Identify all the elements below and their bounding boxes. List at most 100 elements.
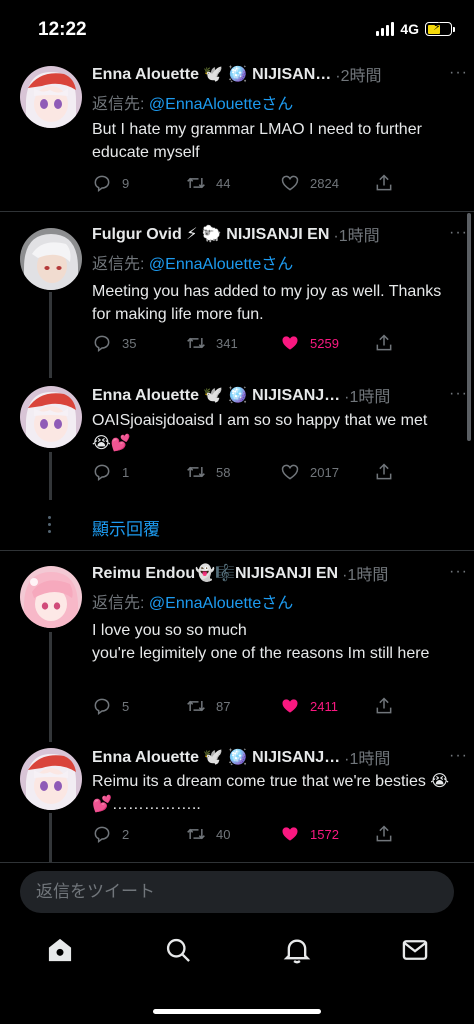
reply-icon xyxy=(94,175,110,192)
more-icon[interactable]: ··· xyxy=(449,385,468,403)
reply-button[interactable]: 1 xyxy=(92,462,129,482)
tweet-header: Enna Alouette 🕊️ 🪩 NIJISANJ… ·1時間 xyxy=(92,746,460,768)
heart-icon xyxy=(281,175,299,191)
tab-home[interactable] xyxy=(46,936,74,964)
search-icon xyxy=(166,938,190,962)
show-replies-link[interactable]: 顯示回覆 xyxy=(92,515,160,540)
retweet-button[interactable]: 87 xyxy=(186,696,230,716)
avatar-fulgur[interactable] xyxy=(20,228,82,290)
signal-icon xyxy=(376,22,395,36)
battery-icon: ⚡ xyxy=(425,21,455,36)
like-button[interactable]: 2824 xyxy=(280,173,339,193)
avatar-enna[interactable] xyxy=(20,66,82,128)
like-button[interactable]: 5259 xyxy=(280,333,339,353)
display-name[interactable]: Fulgur Ovid ⚡ 🐑 NIJISANJI EN xyxy=(92,224,329,244)
reply-count: 9 xyxy=(122,175,130,191)
tweet-text-line: I love you so so much xyxy=(92,622,247,639)
retweet-icon xyxy=(187,177,205,189)
tweet-actions: 2 40 1572 xyxy=(92,824,402,848)
retweet-button[interactable]: 341 xyxy=(186,333,238,353)
heart-filled-icon xyxy=(282,336,298,350)
share-button[interactable] xyxy=(374,462,394,482)
share-icon xyxy=(376,174,392,191)
tweet-text: Reimu its a dream come true that we're b… xyxy=(92,773,449,813)
heart-filled-icon xyxy=(282,827,298,841)
retweet-button[interactable]: 44 xyxy=(186,173,230,193)
reply-count: 35 xyxy=(122,335,137,351)
tab-notifications[interactable] xyxy=(283,936,311,964)
display-name[interactable]: Enna Alouette 🕊️ 🪩 NIJISANJ… xyxy=(92,385,340,405)
more-icon[interactable]: ··· xyxy=(449,224,468,242)
reply-button[interactable]: 9 xyxy=(92,173,129,193)
retweet-icon xyxy=(187,700,205,712)
retweet-button[interactable]: 40 xyxy=(186,824,230,844)
retweet-count: 341 xyxy=(216,335,238,351)
reply-to-handle[interactable]: @EnnaAlouetteさん xyxy=(149,595,293,612)
tweet-4[interactable]: Reimu Endou👻🎼NIJISANJI EN ·1時間 ··· 返信先: … xyxy=(0,552,474,732)
reply-to: 返信先: @EnnaAlouetteさん xyxy=(92,250,293,274)
avatar-enna[interactable] xyxy=(20,748,82,810)
reply-to-handle[interactable]: @EnnaAlouetteさん xyxy=(149,96,293,113)
tweet-text-line: you're legimitely one of the reasons Im … xyxy=(92,645,430,662)
tab-messages[interactable] xyxy=(401,936,429,964)
reply-to-handle[interactable]: @EnnaAlouetteさん xyxy=(149,256,293,273)
share-button[interactable] xyxy=(374,696,394,716)
display-name[interactable]: Enna Alouette 🕊️ 🪩 NIJISAN… xyxy=(92,64,331,84)
avatar-enna[interactable] xyxy=(20,386,82,448)
tweet-time[interactable]: ·1時間 xyxy=(344,383,390,407)
tab-search[interactable] xyxy=(164,936,192,964)
tweet-time[interactable]: ·2時間 xyxy=(335,62,381,86)
tweet-header: Enna Alouette 🕊️ 🪩 NIJISAN… ·2時間 xyxy=(92,63,460,85)
retweet-count: 58 xyxy=(216,464,231,480)
like-button[interactable]: 2411 xyxy=(280,696,338,716)
reply-input[interactable]: 返信をツイート xyxy=(20,871,454,913)
share-button[interactable] xyxy=(374,333,394,353)
divider xyxy=(0,550,474,551)
heart-icon xyxy=(281,464,299,480)
tweet-header: Enna Alouette 🕊️ 🪩 NIJISANJ… ·1時間 xyxy=(92,384,460,406)
share-icon xyxy=(376,825,392,842)
share-button[interactable] xyxy=(374,173,394,193)
reply-to-prefix: 返信先: xyxy=(92,256,149,273)
reply-button[interactable]: 5 xyxy=(92,696,129,716)
reply-icon xyxy=(94,335,110,352)
tweet-time[interactable]: ·1時間 xyxy=(333,222,379,246)
reply-count: 2 xyxy=(122,826,130,842)
tweet-header: Reimu Endou👻🎼NIJISANJI EN ·1時間 xyxy=(92,562,460,584)
display-name[interactable]: Reimu Endou👻🎼NIJISANJI EN xyxy=(92,563,338,583)
tweet-3[interactable]: Enna Alouette 🕊️ 🪩 NIJISANJ… ·1時間 ··· OA… xyxy=(0,378,474,508)
share-button[interactable] xyxy=(374,824,394,844)
reply-button[interactable]: 35 xyxy=(92,333,136,353)
retweet-count: 44 xyxy=(216,175,231,191)
status-time: 12:22 xyxy=(38,19,87,40)
retweet-button[interactable]: 58 xyxy=(186,462,230,482)
reply-count: 5 xyxy=(122,698,130,714)
thread-more-dots-icon xyxy=(47,516,53,536)
tweet-1[interactable]: Enna Alouette 🕊️ 🪩 NIJISAN… ·2時間 ··· 返信先… xyxy=(0,58,474,210)
reply-to-prefix: 返信先: xyxy=(92,595,149,612)
tweet-2[interactable]: Fulgur Ovid ⚡ 🐑 NIJISANJI EN ·1時間 ··· 返信… xyxy=(0,212,474,372)
avatar-reimu[interactable] xyxy=(20,566,82,628)
reply-icon xyxy=(94,826,110,843)
retweet-count: 87 xyxy=(216,698,231,714)
tweet-time[interactable]: ·1時間 xyxy=(342,561,388,585)
more-icon[interactable]: ··· xyxy=(449,64,468,82)
reply-count: 1 xyxy=(122,464,130,480)
retweet-icon xyxy=(187,337,205,349)
reply-to-prefix: 返信先: xyxy=(92,96,149,113)
reply-button[interactable]: 2 xyxy=(92,824,129,844)
more-icon[interactable]: ··· xyxy=(449,563,468,581)
display-name[interactable]: Enna Alouette 🕊️ 🪩 NIJISANJ… xyxy=(92,747,340,767)
messages-icon xyxy=(402,940,428,960)
like-button[interactable]: 1572 xyxy=(280,824,339,844)
like-count: 5259 xyxy=(310,335,339,351)
like-count: 2824 xyxy=(310,175,339,191)
like-count: 2017 xyxy=(310,464,339,480)
tweet-5[interactable]: Enna Alouette 🕊️ 🪩 NIJISANJ… ·1時間 ··· Re… xyxy=(0,740,474,862)
more-icon[interactable]: ··· xyxy=(449,747,468,765)
like-button[interactable]: 2017 xyxy=(280,462,339,482)
tweet-time[interactable]: ·1時間 xyxy=(344,745,390,769)
tweet-actions: 1 58 2017 xyxy=(92,462,402,486)
like-count: 2411 xyxy=(310,698,338,714)
network-type: 4G xyxy=(400,21,419,37)
